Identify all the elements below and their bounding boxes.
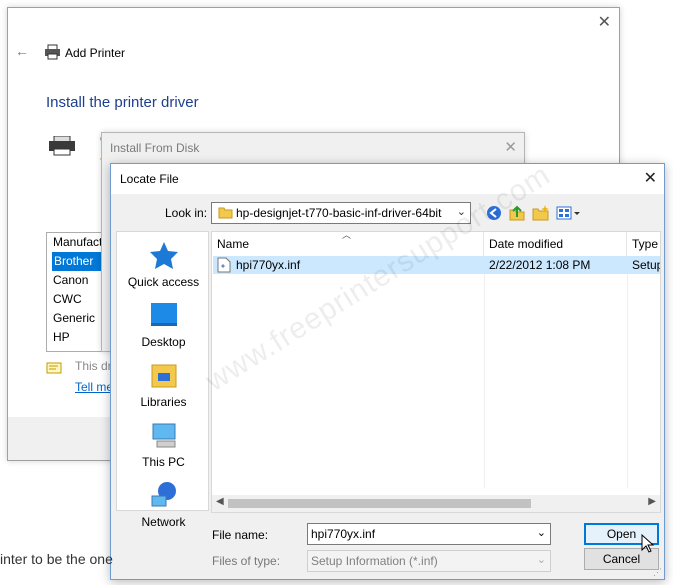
file-type-cell: Setup xyxy=(632,258,661,272)
star-icon xyxy=(149,242,179,273)
tell-me-link[interactable]: Tell me xyxy=(75,380,113,394)
list-item[interactable]: CWC xyxy=(47,290,105,309)
wizard-title: Add Printer xyxy=(65,46,126,60)
list-item[interactable]: Canon xyxy=(47,271,105,290)
file-type-select: Setup Information (*.inf) ⌄ xyxy=(307,550,551,572)
dialog-title: Locate File xyxy=(120,172,179,186)
driver-note: This dri xyxy=(75,359,115,373)
folder-icon xyxy=(218,206,233,222)
scrollbar-thumb[interactable] xyxy=(228,499,531,508)
list-item[interactable]: Brother xyxy=(52,252,105,271)
manufacturer-list[interactable]: Manufact Brother Canon CWC Generic HP xyxy=(46,232,106,352)
file-name-input[interactable]: hpi770yx.inf ⌄ xyxy=(307,523,551,545)
close-icon[interactable]: ✕ xyxy=(644,168,657,188)
close-icon[interactable]: ✕ xyxy=(598,12,611,32)
place-this-pc[interactable]: This PC xyxy=(117,420,210,469)
libraries-icon xyxy=(149,364,179,393)
printer-device-icon xyxy=(48,135,76,159)
place-quick-access[interactable]: Quick access xyxy=(117,240,210,289)
list-item[interactable]: HP xyxy=(47,328,105,347)
page-title: Install the printer driver xyxy=(46,94,199,111)
chevron-right-icon[interactable]: ▶ xyxy=(648,496,656,507)
network-icon xyxy=(149,482,179,513)
back-arrow-icon[interactable]: ← xyxy=(15,43,29,59)
column-divider xyxy=(484,256,485,488)
file-type-label: Files of type: xyxy=(212,554,281,568)
locate-file-dialog: Locate File ✕ Look in: hp-designjet-t770… xyxy=(110,163,665,580)
close-icon[interactable]: ✕ xyxy=(504,138,517,156)
place-label: Libraries xyxy=(140,395,187,409)
place-label: Desktop xyxy=(141,335,186,349)
file-name-value: hpi770yx.inf xyxy=(311,527,376,541)
file-type-value: Setup Information (*.inf) xyxy=(311,554,438,568)
new-folder-icon[interactable] xyxy=(532,204,552,224)
view-menu-icon[interactable] xyxy=(556,204,582,224)
place-libraries[interactable]: Libraries xyxy=(117,360,210,409)
column-divider xyxy=(627,256,628,488)
dialog-title: Install From Disk xyxy=(110,141,200,155)
printer-icon xyxy=(44,44,61,63)
list-item[interactable]: Generic xyxy=(47,309,105,328)
horizontal-scrollbar[interactable]: ◀ ▶ xyxy=(212,495,660,512)
file-name-cell[interactable]: hpi770yx.inf xyxy=(236,256,300,274)
inf-file-icon xyxy=(217,257,231,276)
place-desktop[interactable]: Desktop xyxy=(117,300,210,349)
file-name-label: File name: xyxy=(212,528,269,542)
file-list: ︿ Name Date modified Type hpi770yx.inf 2… xyxy=(211,231,661,513)
resize-grip-icon[interactable]: ⋰ xyxy=(653,567,662,578)
desktop-icon xyxy=(149,303,179,333)
look-in-value: hp-designjet-t770-basic-inf-driver-64bit xyxy=(236,206,442,220)
look-in-select[interactable]: hp-designjet-t770-basic-inf-driver-64bit… xyxy=(211,202,471,224)
chevron-left-icon[interactable]: ◀ xyxy=(216,496,224,507)
column-header-type[interactable]: Type xyxy=(627,232,660,256)
computer-icon xyxy=(149,423,179,453)
title-bar: Locate File ✕ xyxy=(111,164,664,194)
place-network[interactable]: Network xyxy=(117,480,210,529)
chevron-down-icon[interactable]: ⌄ xyxy=(537,526,546,539)
places-bar: Quick access Desktop Libraries This PC N… xyxy=(116,231,210,529)
look-in-label: Look in: xyxy=(165,206,208,220)
place-label: This PC xyxy=(142,455,185,469)
chevron-down-icon: ⌄ xyxy=(536,554,546,566)
background-text: inter to be the one xyxy=(0,551,113,567)
place-label: Network xyxy=(141,515,186,529)
manufacturer-header: Manufact xyxy=(53,235,103,249)
certificate-icon xyxy=(46,362,62,379)
mouse-cursor-icon xyxy=(641,533,655,557)
place-label: Quick access xyxy=(127,275,200,289)
column-header-date[interactable]: Date modified xyxy=(484,232,627,256)
file-date-cell: 2/22/2012 1:08 PM xyxy=(489,258,591,272)
